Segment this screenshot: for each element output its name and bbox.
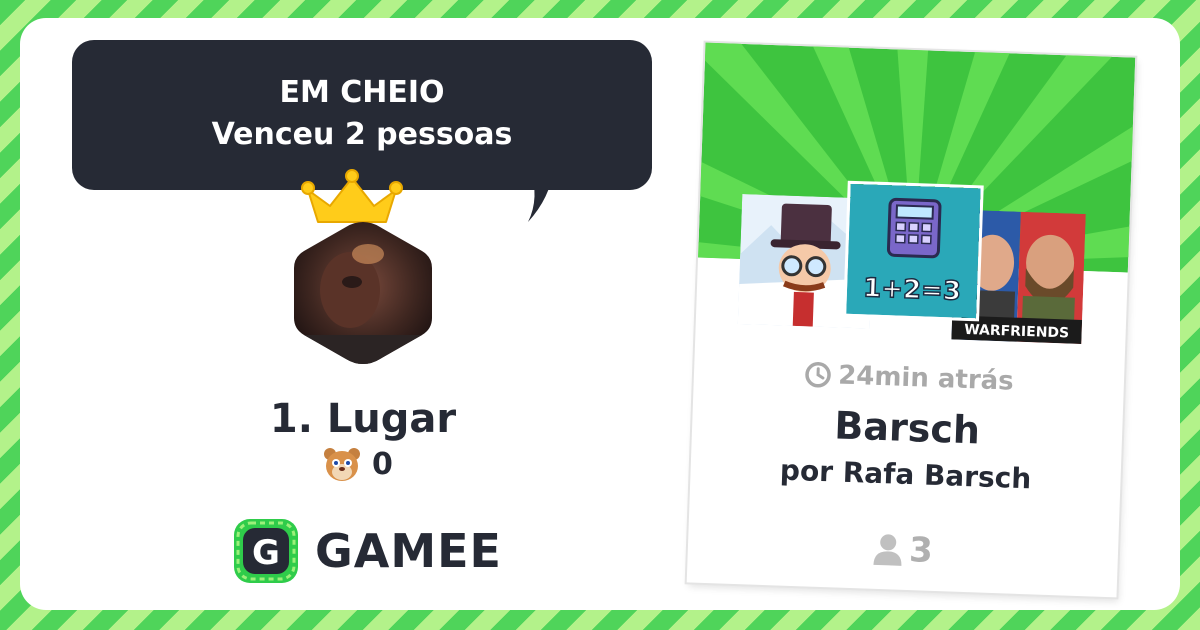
game-info: 24min atrás Barsch por Rafa Barsch 3 [687, 352, 1124, 579]
crown-icon [301, 169, 403, 223]
time-ago: 24min atrás [837, 360, 1015, 397]
time-row: 24min atrás [693, 352, 1124, 403]
score-value: 0 [372, 446, 393, 482]
result-subline: Venceu 2 pessoas [211, 117, 513, 152]
logo-letter: G [252, 533, 280, 573]
result-headline: EM CHEIO [279, 75, 445, 110]
hamster-icon [324, 448, 360, 481]
players-count: 3 [908, 530, 934, 571]
thumbnail-math-game: 1+2=3 [846, 183, 981, 319]
game-card[interactable]: WARFRIENDS 1+2=3 24min atrás Barsch por … [686, 42, 1136, 598]
gamee-logo: G GAMEE [233, 518, 502, 584]
game-thumbnails: WARFRIENDS 1+2=3 [695, 183, 1130, 348]
avatar [294, 222, 432, 364]
share-card-panel: EM CHEIO Venceu 2 pessoas 1. Lugar 0 G G… [20, 18, 1180, 610]
bubble-tail [510, 168, 554, 222]
gamee-logo-icon: G [234, 519, 298, 583]
person-icon [873, 534, 902, 566]
clock-icon [805, 362, 831, 388]
place-label: 1. Lugar [269, 396, 457, 442]
thumbnail-label-math: 1+2=3 [863, 273, 962, 306]
players-row: 3 [687, 520, 1118, 579]
score-row: 0 [322, 444, 393, 484]
brand-name: GAMEE [315, 524, 502, 578]
